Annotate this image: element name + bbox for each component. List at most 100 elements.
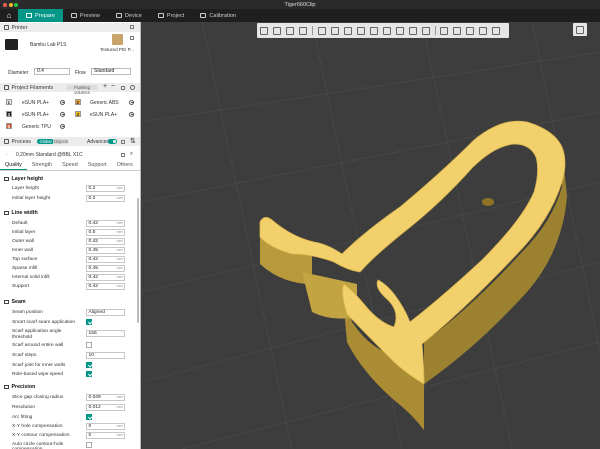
printer-settings-icon[interactable] bbox=[130, 25, 134, 29]
tab-others[interactable]: Others bbox=[112, 161, 138, 170]
filament-remove-icon-5[interactable] bbox=[60, 123, 65, 129]
3d-viewport[interactable] bbox=[142, 22, 600, 449]
filament-chip-1[interactable]: 1 bbox=[6, 99, 12, 105]
seam-position-label: Seam position bbox=[12, 310, 43, 315]
process-objects-toggle[interactable]: Objects bbox=[53, 138, 69, 144]
initial-layer-height-input[interactable]: 0.2 mm bbox=[86, 195, 125, 202]
scale-icon[interactable] bbox=[343, 26, 352, 35]
seam-paint-icon[interactable] bbox=[408, 26, 417, 35]
color-paint-icon[interactable] bbox=[421, 26, 430, 35]
filament-edit-icon[interactable] bbox=[121, 85, 125, 90]
filament-name-5[interactable]: Generic TPU bbox=[22, 124, 51, 130]
precision-group: Precision bbox=[4, 384, 35, 390]
line-width-top-input[interactable]: 0.42 mm bbox=[86, 256, 125, 263]
orient-icon[interactable] bbox=[286, 26, 294, 35]
filament-remove-icon-3[interactable] bbox=[60, 111, 65, 117]
line-width-inner-input[interactable]: 0.45 mm bbox=[86, 247, 125, 254]
view-options-button[interactable] bbox=[573, 23, 587, 36]
rotate-icon[interactable] bbox=[330, 26, 339, 35]
process-global-toggle[interactable]: Global bbox=[37, 138, 54, 144]
filament-chip-2[interactable]: 2 bbox=[75, 99, 81, 105]
preset-save-icon[interactable] bbox=[121, 153, 125, 157]
scene-canvas[interactable] bbox=[142, 22, 600, 449]
process-tabs: Quality Strength Speed Support Others bbox=[0, 161, 140, 171]
line-width-sparse-input[interactable]: 0.45 mm bbox=[86, 265, 125, 272]
tab-strength[interactable]: Strength bbox=[27, 161, 57, 170]
layer-height-input[interactable]: 0.2 mm bbox=[86, 185, 125, 192]
plate-image bbox=[112, 34, 123, 45]
arrange-icon[interactable] bbox=[299, 26, 307, 35]
filament-name-1[interactable]: eSUN PLA+ bbox=[22, 100, 49, 106]
mesh-boolean-icon[interactable] bbox=[382, 26, 391, 35]
tab-device[interactable]: Device bbox=[108, 9, 150, 22]
arc-fitting-checkbox[interactable] bbox=[86, 414, 92, 420]
filament-name-2[interactable]: Generic ABS bbox=[90, 100, 119, 106]
add-plate-icon[interactable] bbox=[273, 26, 281, 35]
sidebar-scrollbar[interactable] bbox=[137, 198, 139, 323]
printer-section-header[interactable]: Printer bbox=[0, 23, 140, 32]
printer-icon bbox=[4, 25, 9, 30]
advanced-toggle[interactable] bbox=[108, 139, 117, 144]
xy-contour-input[interactable]: 0 mm bbox=[86, 432, 125, 439]
resolution-input[interactable]: 0.012 mm bbox=[86, 404, 125, 411]
auto-circle-checkbox[interactable] bbox=[86, 442, 92, 448]
line-width-support-input[interactable]: 0.42 mm bbox=[86, 283, 125, 290]
slice-gap-input[interactable]: 0.049 mm bbox=[86, 394, 125, 401]
filament-name-4[interactable]: eSUN PLA+ bbox=[90, 112, 117, 118]
xy-hole-input[interactable]: 0 mm bbox=[86, 423, 125, 430]
remove-filament-icon[interactable]: − bbox=[111, 83, 115, 90]
line-width-default-input[interactable]: 0.42 mm bbox=[86, 220, 125, 227]
variable-layer-icon[interactable] bbox=[492, 26, 501, 35]
add-object-icon[interactable] bbox=[260, 26, 268, 35]
tab-quality[interactable]: Quality bbox=[0, 161, 27, 170]
printer-name[interactable]: Bambu Lab P1S bbox=[30, 42, 66, 48]
process-compare-icon[interactable] bbox=[121, 139, 125, 144]
line-width-initial-input[interactable]: 0.5 mm bbox=[86, 229, 125, 236]
filament-remove-icon-2[interactable] bbox=[129, 99, 134, 105]
flow-select[interactable]: Standard bbox=[91, 68, 131, 75]
home-icon[interactable]: ⌂ bbox=[0, 9, 18, 22]
filament-chip-4[interactable]: 4 bbox=[75, 111, 81, 117]
filament-gear-icon[interactable] bbox=[130, 85, 135, 90]
project-icon bbox=[157, 13, 164, 18]
brim-ears-icon[interactable] bbox=[479, 26, 488, 35]
smart-scarf-checkbox[interactable] bbox=[86, 319, 92, 325]
flushing-volumes-button[interactable]: Flushing volumes bbox=[66, 84, 98, 95]
add-filament-icon[interactable]: + bbox=[103, 83, 107, 90]
tab-speed[interactable]: Speed bbox=[57, 161, 83, 170]
tab-project[interactable]: Project bbox=[150, 9, 192, 22]
process-preset-select[interactable]: 0.20mm Standard @BBL X1C bbox=[16, 152, 83, 158]
scarf-inner-walls-checkbox[interactable] bbox=[86, 362, 92, 368]
move-icon[interactable] bbox=[317, 26, 326, 35]
diameter-select[interactable]: 0.4 bbox=[34, 68, 70, 75]
scarf-steps-input[interactable]: 10 bbox=[86, 352, 125, 359]
support-paint-icon[interactable] bbox=[395, 26, 404, 35]
measure-icon[interactable] bbox=[453, 26, 462, 35]
tab-preview[interactable]: Preview bbox=[63, 9, 108, 22]
filament-remove-icon-1[interactable] bbox=[60, 99, 65, 105]
preset-search-icon[interactable]: ⌕ bbox=[130, 151, 133, 158]
line-width-outer-input[interactable]: 0.42 mm bbox=[86, 238, 125, 245]
wipe-speed-checkbox[interactable] bbox=[86, 371, 92, 377]
seam-position-select[interactable]: Aligned bbox=[86, 309, 125, 316]
cut-icon[interactable] bbox=[369, 26, 378, 35]
process-sort-icon[interactable]: ⇅ bbox=[130, 137, 136, 145]
filament-chip-3[interactable]: 3 bbox=[6, 111, 12, 117]
scarf-entire-wall-checkbox[interactable] bbox=[86, 342, 92, 348]
plate-name[interactable]: Textured PEI P... bbox=[100, 47, 134, 52]
assembly-icon[interactable] bbox=[466, 26, 475, 35]
filament-name-3[interactable]: eSUN PLA+ bbox=[22, 112, 49, 118]
seam-icon bbox=[4, 299, 9, 305]
tab-prepare[interactable]: Prepare bbox=[18, 9, 63, 22]
text-icon[interactable] bbox=[440, 26, 449, 35]
clip-model[interactable] bbox=[259, 120, 567, 430]
lay-on-face-icon[interactable] bbox=[356, 26, 365, 35]
plate-edit-icon[interactable] bbox=[130, 36, 134, 40]
scarf-angle-input[interactable]: 155 ° bbox=[86, 330, 125, 337]
tab-calibration[interactable]: Calibration bbox=[192, 9, 244, 22]
process-icon bbox=[4, 139, 9, 144]
line-width-internal-solid-input[interactable]: 0.42 mm bbox=[86, 274, 125, 281]
filament-remove-icon-4[interactable] bbox=[129, 111, 134, 117]
tab-support[interactable]: Support bbox=[83, 161, 112, 170]
filament-chip-5[interactable]: 5 bbox=[6, 123, 12, 129]
